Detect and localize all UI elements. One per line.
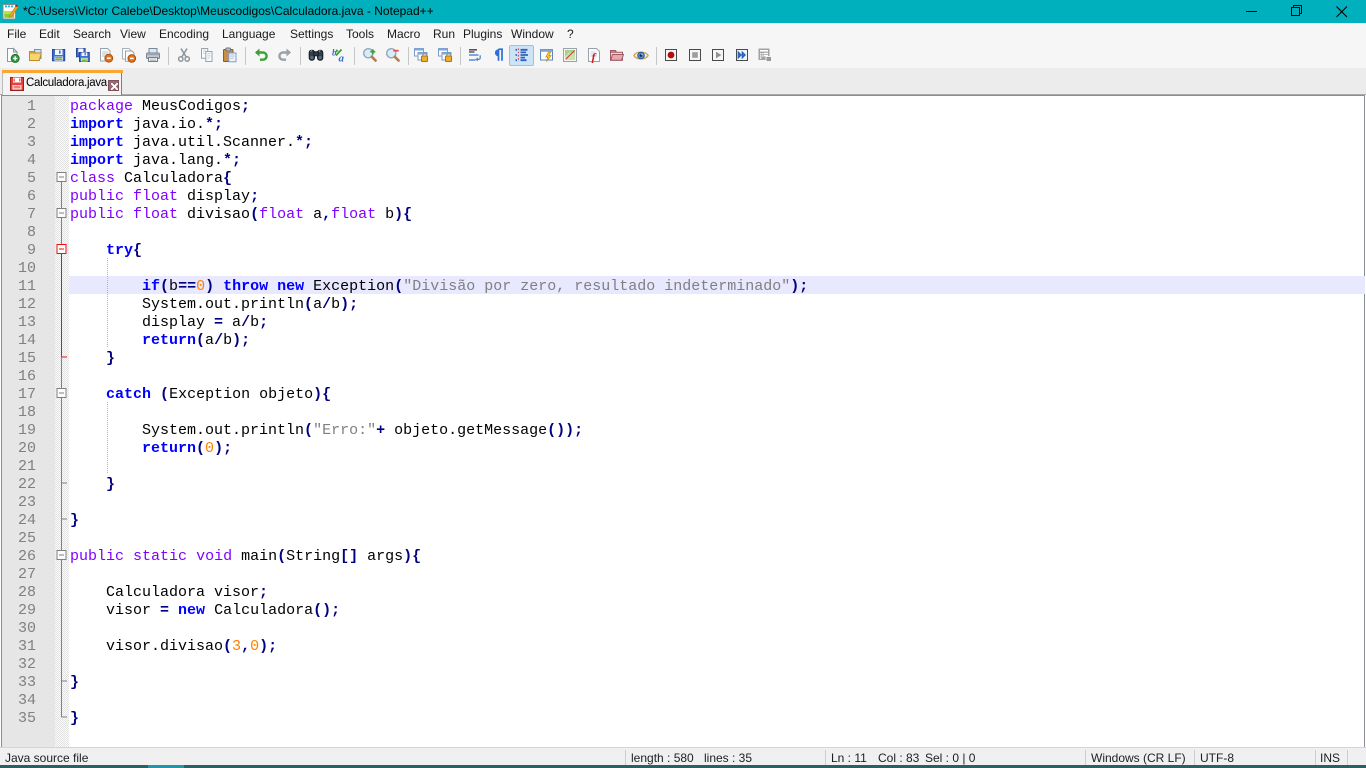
svg-text:b: b [332,48,337,58]
svg-text:a: a [339,53,345,64]
